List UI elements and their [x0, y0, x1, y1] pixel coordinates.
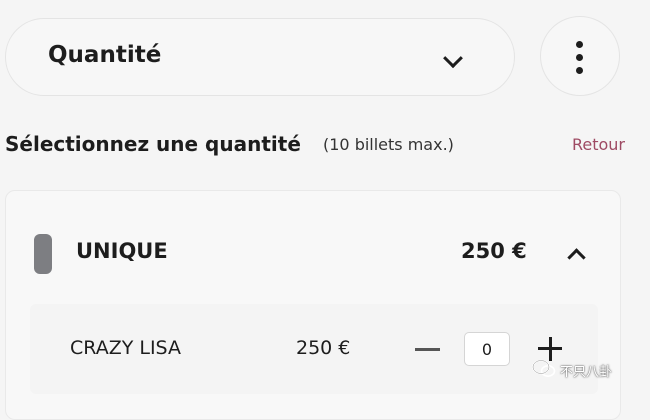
quantity-select-label: Quantité: [48, 42, 162, 68]
watermark: 不只八卦: [532, 358, 642, 382]
category-price: 250 €: [461, 239, 527, 263]
more-dot: [576, 54, 583, 61]
decrease-quantity-button[interactable]: [415, 348, 440, 351]
more-dot: [576, 41, 583, 48]
section-subtitle: (10 billets max.): [323, 135, 454, 154]
more-options-button[interactable]: [540, 16, 620, 96]
ticket-row: CRAZY LISA 250 €: [30, 304, 598, 394]
more-dot: [576, 67, 583, 74]
section-title: Sélectionnez une quantité: [5, 132, 301, 156]
chevron-down-icon: [443, 48, 463, 69]
wechat-icon: [532, 359, 556, 377]
ticket-price: 250 €: [296, 337, 351, 359]
watermark-text: 不只八卦: [560, 365, 613, 380]
category-name: UNIQUE: [76, 239, 168, 263]
chevron-up-icon[interactable]: [567, 248, 586, 267]
ticket-name: CRAZY LISA: [70, 337, 181, 359]
quantity-input[interactable]: [464, 332, 510, 366]
category-indicator: [34, 234, 52, 274]
quantity-select[interactable]: Quantité: [5, 18, 515, 96]
ticket-category-card: UNIQUE 250 € CRAZY LISA 250 €: [5, 190, 621, 420]
back-link[interactable]: Retour: [572, 135, 625, 154]
section-header: Sélectionnez une quantité (10 billets ma…: [5, 130, 625, 160]
